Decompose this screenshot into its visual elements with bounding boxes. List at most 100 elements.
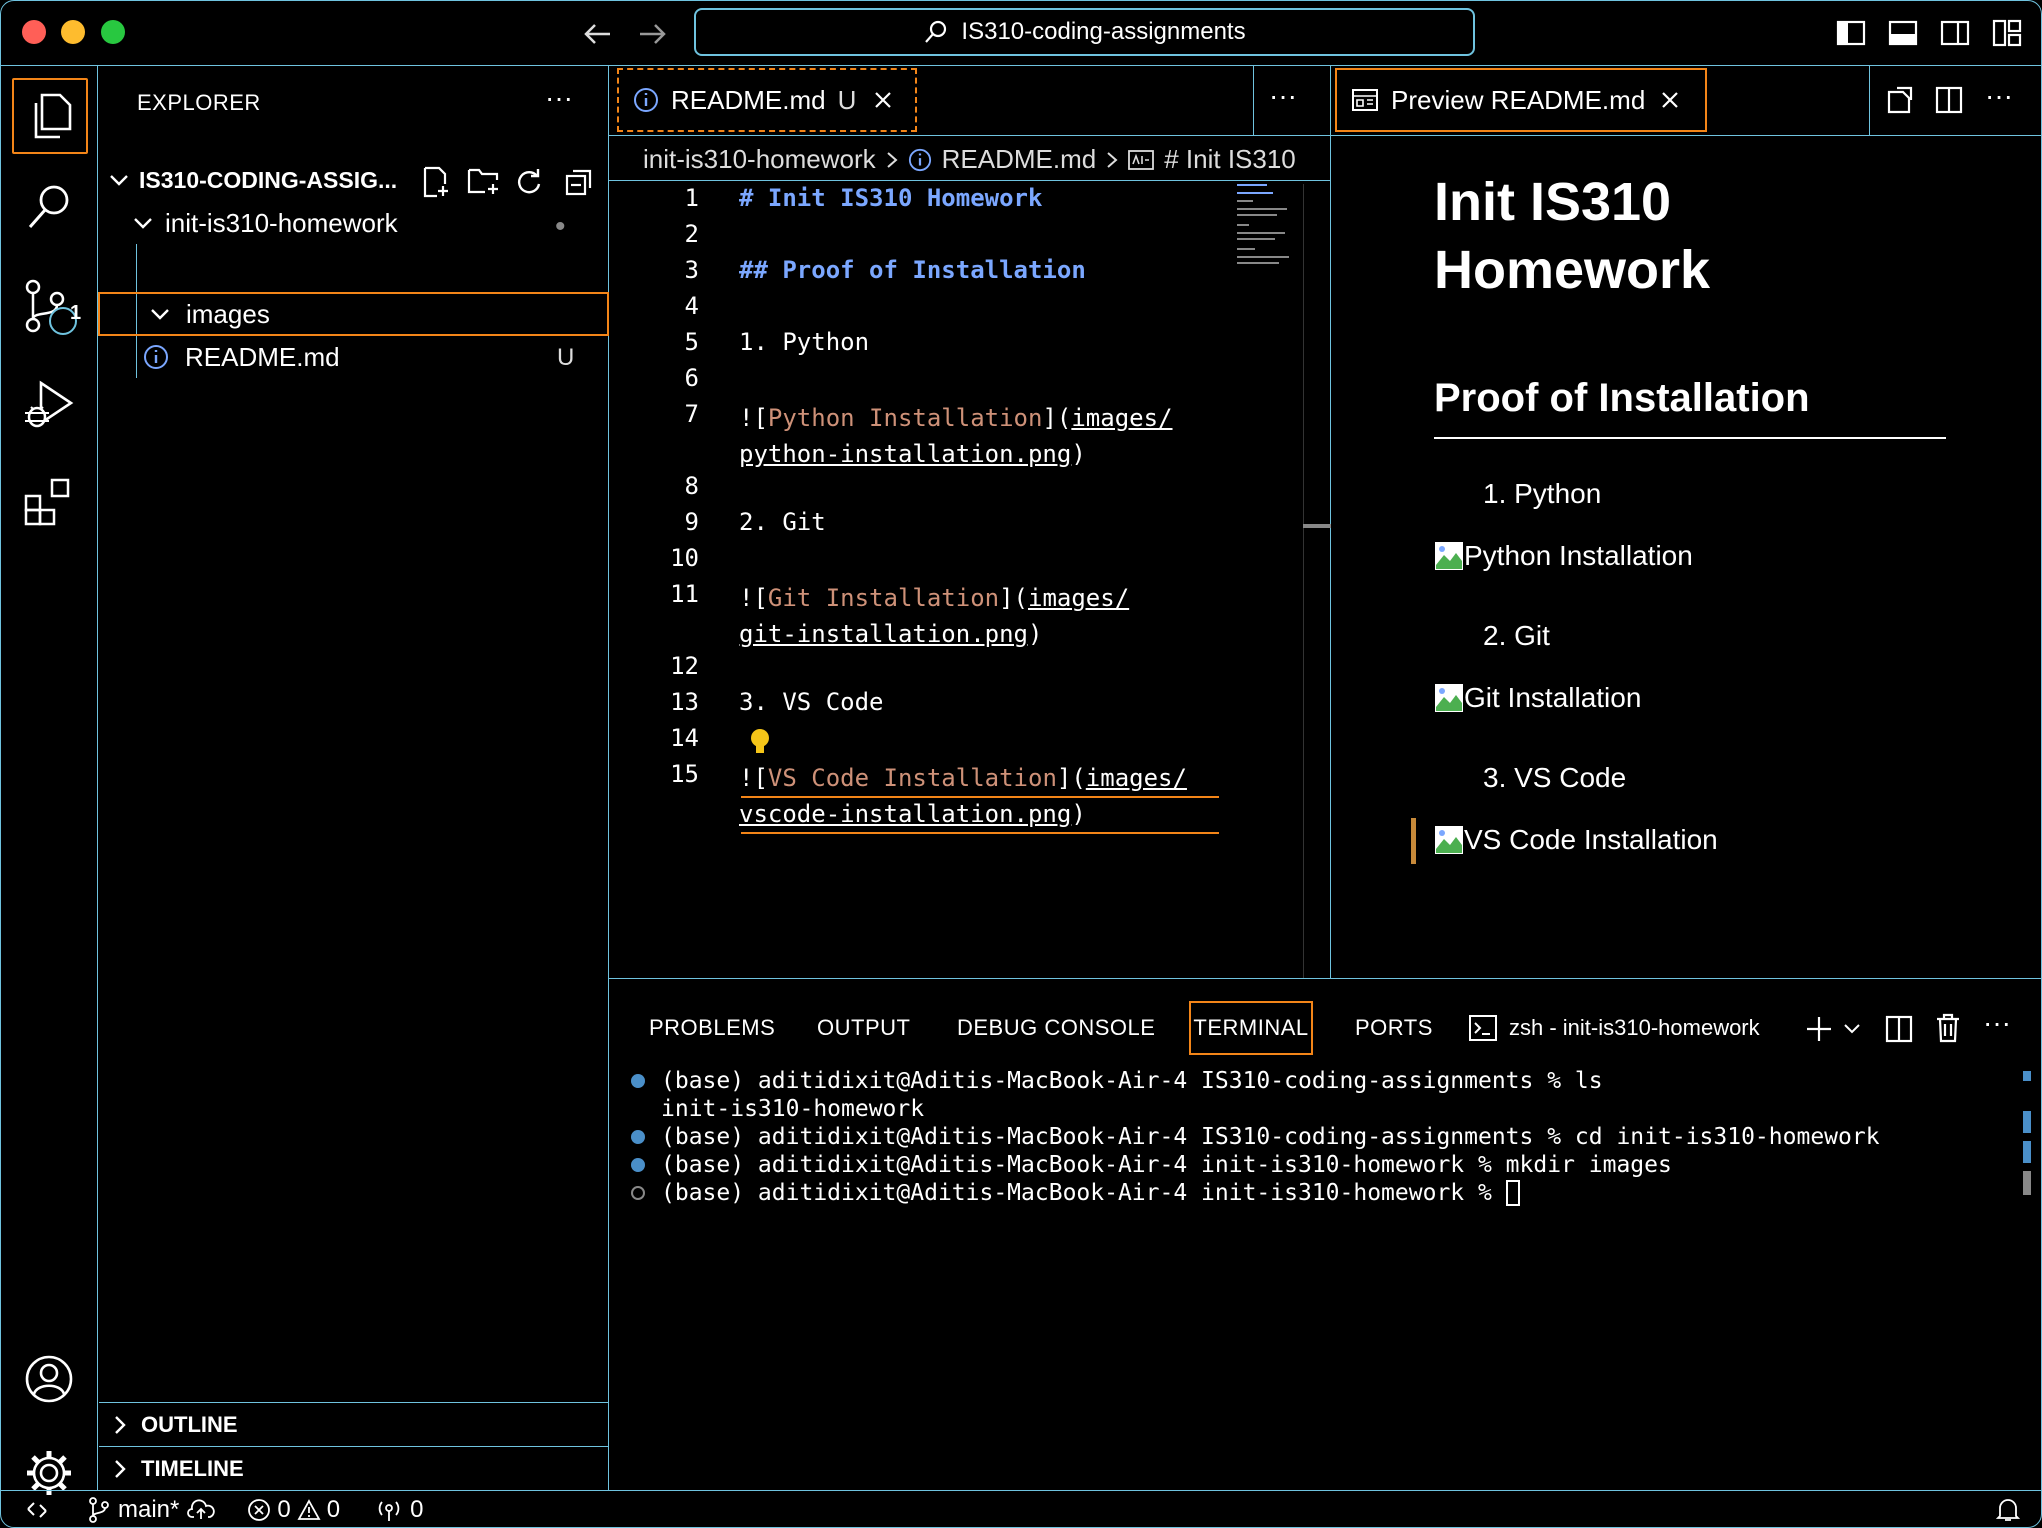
breadcrumb-file[interactable]: README.md — [942, 144, 1097, 175]
new-terminal-icon[interactable] — [1805, 1015, 1833, 1043]
link-url[interactable]: git-installation.png — [739, 620, 1028, 648]
open-source-icon[interactable] — [1883, 84, 1915, 116]
broken-image-icon — [1434, 541, 1464, 571]
folder-label: init-is310-homework — [165, 207, 398, 238]
panel-more-actions-icon[interactable]: ··· — [1983, 1007, 2011, 1039]
ports-status[interactable]: 0 — [376, 1496, 423, 1524]
outline-section-header[interactable]: OUTLINE — [99, 1402, 609, 1446]
forward-arrow-icon[interactable] — [632, 14, 672, 54]
terminal-scrollbar[interactable] — [2023, 1071, 2031, 1491]
search-icon — [923, 19, 949, 45]
image-alt-text: VS Code Installation — [1464, 824, 1718, 855]
link-url[interactable]: python-installation.png — [739, 440, 1071, 468]
customize-layout-icon[interactable] — [1990, 16, 2024, 50]
refresh-icon[interactable] — [515, 168, 543, 196]
explorer-icon[interactable] — [12, 78, 88, 154]
back-arrow-icon[interactable] — [578, 14, 618, 54]
close-window-button[interactable] — [22, 20, 46, 44]
workspace-root-label: IS310-CODING-ASSIG... — [139, 166, 398, 193]
tab-ports[interactable]: PORTS — [1349, 1001, 1439, 1055]
line-text: 1. Python — [739, 328, 870, 356]
link-alt-text: Python Installation — [767, 404, 1043, 432]
line-number: 10 — [670, 544, 699, 572]
tab-preview-readme[interactable]: Preview README.md — [1335, 68, 1707, 132]
folder-row-init-is310-homework[interactable]: init-is310-homework • — [99, 202, 609, 244]
split-terminal-icon[interactable] — [1885, 1015, 1913, 1043]
activity-bar: 1 — [0, 66, 98, 1495]
tab-label: Preview README.md — [1391, 84, 1646, 115]
folder-row-images[interactable]: images — [98, 292, 609, 336]
tab-debug-console[interactable]: DEBUG CONSOLE — [951, 1001, 1161, 1055]
accounts-icon[interactable] — [14, 1344, 84, 1414]
terminal-icon — [1469, 1015, 1497, 1041]
explorer-more-icon[interactable]: ··· — [545, 82, 573, 114]
problems-status[interactable]: 0 0 — [247, 1496, 340, 1524]
preview-more-actions-icon[interactable]: ··· — [1985, 80, 2013, 112]
minimize-window-button[interactable] — [61, 20, 85, 44]
line-text: ![Git Installation](images/git-installat… — [739, 584, 1130, 648]
toggle-panel-icon[interactable] — [1886, 16, 1920, 50]
editor-tab-bar: README.md U ··· — [609, 66, 1331, 136]
link-url[interactable]: images/ — [1071, 404, 1172, 432]
breadcrumb-folder[interactable]: init-is310-homework — [643, 144, 876, 175]
terminal-line-text: (base) aditidixit@Aditis-MacBook-Air-4 i… — [661, 1180, 1506, 1206]
new-file-icon[interactable] — [421, 166, 451, 198]
warning-icon — [297, 1498, 321, 1521]
chevron-down-icon — [150, 307, 172, 321]
extensions-icon[interactable] — [14, 468, 84, 538]
line-text: 3. VS Code — [739, 688, 884, 716]
toggle-secondary-sidebar-icon[interactable] — [1938, 16, 1972, 50]
code-line: 1 # Init IS310 Homework — [609, 184, 1299, 220]
code-line: 8 — [609, 472, 1299, 508]
explorer-sidebar: EXPLORER ··· IS310-CODING-ASSIG... init-… — [98, 66, 609, 1490]
minimap[interactable] — [1223, 184, 1303, 324]
link-url[interactable]: images/ — [1086, 764, 1187, 792]
code-line: 14 — [609, 724, 1299, 760]
line-number: 14 — [670, 724, 699, 752]
image-alt-text: Git Installation — [1464, 682, 1642, 713]
tab-terminal[interactable]: TERMINAL — [1189, 1001, 1313, 1055]
new-folder-icon[interactable] — [467, 166, 501, 196]
trash-icon[interactable] — [1935, 1013, 1961, 1043]
tab-label: README.md — [671, 84, 826, 115]
source-control-icon[interactable]: 1 — [14, 272, 84, 342]
timeline-section-header[interactable]: TIMELINE — [99, 1446, 609, 1490]
collapse-all-icon[interactable] — [565, 168, 593, 196]
notifications-bell-icon[interactable] — [1996, 1497, 2020, 1523]
toggle-primary-sidebar-icon[interactable] — [1834, 16, 1868, 50]
tab-output[interactable]: OUTPUT — [811, 1001, 916, 1055]
split-editor-icon[interactable] — [1935, 86, 1963, 114]
tab-actions-divider — [1253, 66, 1254, 136]
terminal-line-text: (base) aditidixit@Aditis-MacBook-Air-4 i… — [661, 1152, 1672, 1178]
file-row-readme[interactable]: README.md U — [99, 336, 609, 378]
broken-image-icon — [1434, 683, 1464, 713]
cloud-upload-icon — [187, 1498, 216, 1521]
modified-dot-badge: • — [555, 210, 566, 243]
branch-status[interactable]: main* — [88, 1496, 216, 1524]
terminal-selector[interactable]: zsh - init-is310-homework — [1469, 1015, 1760, 1041]
tab-readme[interactable]: README.md U — [617, 68, 917, 132]
folder-label: images — [186, 298, 270, 329]
editor-more-actions-icon[interactable]: ··· — [1269, 80, 1297, 112]
tab-problems[interactable]: PROBLEMS — [643, 1001, 781, 1055]
zoom-window-button[interactable] — [101, 20, 125, 44]
preview-selection-marker — [1411, 818, 1416, 864]
close-tab-icon[interactable] — [1661, 91, 1679, 109]
breadcrumb-symbol[interactable]: # Init IS310 — [1164, 144, 1296, 175]
info-icon — [143, 344, 169, 370]
remote-indicator-icon[interactable] — [26, 1499, 48, 1521]
terminal-output[interactable]: (base) aditidixit@Aditis-MacBook-Air-4 I… — [621, 1067, 2001, 1487]
status-bar: main* 0 0 0 — [0, 1490, 2042, 1528]
close-tab-icon[interactable] — [874, 91, 892, 109]
line-number: 11 — [670, 580, 699, 608]
run-and-debug-icon[interactable] — [14, 370, 84, 440]
search-view-icon[interactable] — [14, 172, 84, 242]
tab-actions-divider — [1869, 66, 1870, 136]
line-text — [699, 364, 739, 400]
line-number: 15 — [670, 760, 699, 788]
link-url[interactable]: images/ — [1028, 584, 1129, 612]
chevron-down-icon[interactable] — [1843, 1023, 1861, 1035]
code-line: 10 — [609, 544, 1299, 580]
command-center-search[interactable]: IS310-coding-assignments — [694, 8, 1475, 56]
lightbulb-icon[interactable] — [749, 728, 771, 756]
